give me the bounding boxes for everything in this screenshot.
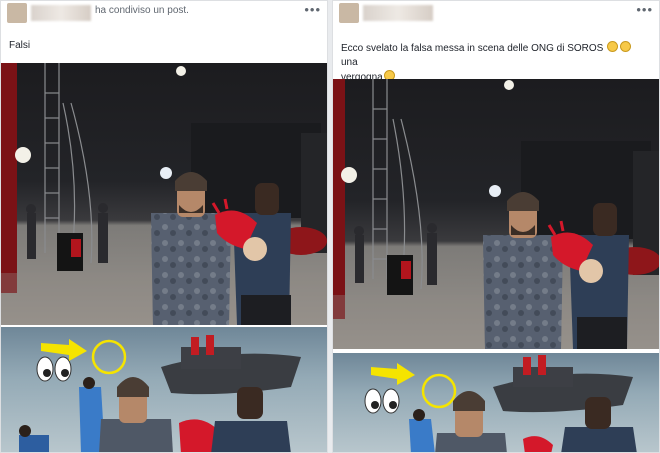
- eyes-emoji: [36, 356, 72, 382]
- stage-light: [15, 147, 31, 163]
- caption-tail: una: [341, 57, 358, 68]
- post-caption: Falsi: [9, 40, 31, 51]
- man-in-uniform: [435, 391, 507, 452]
- post-header: ha condiviso un post. •••: [1, 1, 327, 27]
- stage-light: [176, 66, 186, 76]
- more-options-icon[interactable]: •••: [636, 2, 653, 17]
- stage-light: [489, 185, 501, 197]
- sea-photo[interactable]: [1, 327, 327, 452]
- shared-post-left: ha condiviso un post. ••• Falsi: [0, 0, 328, 453]
- stage-light: [160, 167, 172, 179]
- stage-light: [504, 80, 514, 90]
- shared-post-text: ha condiviso un post.: [95, 5, 189, 16]
- stage-photo[interactable]: [333, 79, 659, 349]
- crying-face-emoji: [607, 41, 619, 52]
- shared-post-right: ••• Ecco svelato la falsa messa in scena…: [332, 0, 660, 453]
- caption-text: Ecco svelato la falsa messa in scena del…: [341, 43, 604, 54]
- circle-annotation: [421, 373, 457, 409]
- man-in-uniform: [99, 377, 173, 452]
- more-options-icon[interactable]: •••: [304, 2, 321, 17]
- circle-annotation: [91, 339, 127, 375]
- blurred-author-name[interactable]: [363, 5, 433, 21]
- man-holding-doll: [211, 387, 291, 452]
- stage-light: [341, 167, 357, 183]
- crying-face-emoji: [620, 41, 632, 52]
- post-header: •••: [333, 1, 659, 27]
- sea-photo[interactable]: [333, 353, 659, 452]
- avatar[interactable]: [7, 3, 27, 23]
- avatar[interactable]: [339, 3, 359, 23]
- arrow-annotation: [371, 363, 415, 385]
- eyes-emoji: [364, 388, 400, 414]
- blurred-author-name[interactable]: [31, 5, 91, 21]
- stage-photo[interactable]: [1, 63, 327, 325]
